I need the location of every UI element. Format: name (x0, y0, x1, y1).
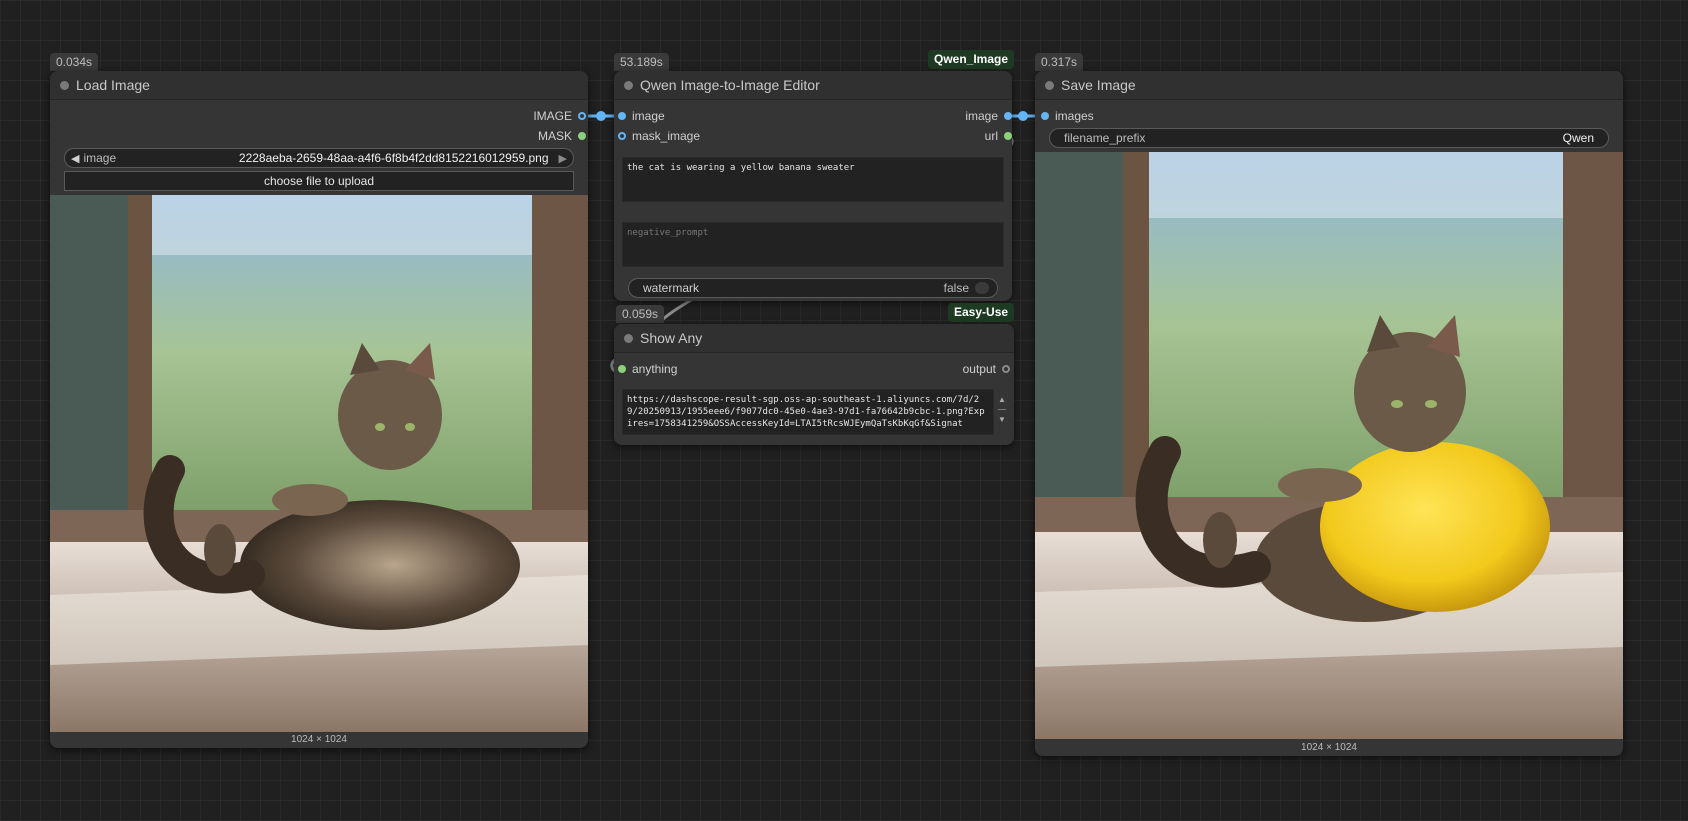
collapse-dot-icon[interactable] (624, 334, 633, 343)
output-pin-icon[interactable] (578, 132, 586, 140)
node-title-bar[interactable]: Save Image (1035, 71, 1623, 100)
input-anything[interactable]: anything (618, 361, 677, 377)
output-pin-icon[interactable] (578, 112, 586, 120)
load-image-node[interactable]: Load Image IMAGE MASK ◀ image 2228aeba-2… (50, 71, 588, 748)
image-combo-widget[interactable]: ◀ image 2228aeba-2659-48aa-a4f6-6f8b4f2d… (64, 148, 574, 168)
link-midpoint-1 (596, 111, 606, 121)
input-pin-icon[interactable] (618, 112, 626, 120)
show-any-text[interactable]: https://dashscope-result-sgp.oss-ap-sout… (622, 389, 994, 435)
output-pin-icon[interactable] (1002, 365, 1010, 373)
input-images[interactable]: images (1041, 108, 1094, 124)
output-output[interactable]: output (963, 361, 1010, 377)
node-title-bar[interactable]: Show Any (614, 324, 1014, 353)
input-pin-icon[interactable] (618, 132, 626, 140)
toggle-switch-icon[interactable] (975, 282, 989, 294)
input-pin-icon[interactable] (1041, 112, 1049, 120)
input-image-preview (50, 195, 588, 732)
node-title: Qwen Image-to-Image Editor (640, 77, 820, 93)
exec-time-badge: 53.189s (614, 53, 669, 71)
node-title: Save Image (1061, 77, 1136, 93)
collapse-dot-icon[interactable] (1045, 81, 1054, 90)
collapse-dot-icon[interactable] (60, 81, 69, 90)
widget-value: false (943, 281, 969, 295)
exec-time-badge: 0.034s (50, 53, 99, 71)
exec-time-badge: 0.059s (616, 305, 665, 323)
output-mask[interactable]: MASK (538, 128, 586, 144)
scrollbar[interactable]: ▲ ▼ (996, 394, 1008, 434)
input-image[interactable]: image (618, 108, 665, 124)
exec-time-badge: 0.317s (1035, 53, 1084, 71)
widget-label: filename_prefix (1064, 131, 1146, 145)
image-dimensions: 1024 × 1024 (1301, 742, 1357, 753)
output-pin-icon[interactable] (1004, 132, 1012, 140)
node-title: Load Image (76, 77, 150, 93)
node-title-bar[interactable]: Qwen Image-to-Image Editor (614, 71, 1012, 100)
show-any-node[interactable]: Show Any anything output https://dashsco… (614, 324, 1014, 445)
negative-prompt-textarea[interactable]: negative_prompt (622, 222, 1004, 267)
save-image-node[interactable]: Save Image images filename_prefix Qwen 1… (1035, 71, 1623, 756)
scroll-up-icon[interactable]: ▲ (996, 394, 1008, 406)
node-title-bar[interactable]: Load Image (50, 71, 588, 100)
output-image[interactable]: IMAGE (533, 108, 586, 124)
widget-label: watermark (643, 281, 700, 295)
collapse-dot-icon[interactable] (624, 81, 633, 90)
filename-prefix-widget[interactable]: filename_prefix Qwen (1049, 128, 1609, 148)
group-tag: Easy-Use (948, 303, 1015, 322)
output-image[interactable]: image (965, 108, 1012, 124)
link-midpoint-2 (1018, 111, 1028, 121)
output-image-preview (1035, 152, 1623, 739)
input-mask-image[interactable]: mask_image (618, 128, 700, 144)
widget-value: Qwen (1562, 131, 1594, 145)
scroll-track[interactable] (998, 409, 1006, 411)
arrow-right-icon[interactable]: ▶ (559, 152, 567, 165)
watermark-toggle[interactable]: watermark false (628, 278, 998, 298)
node-title: Show Any (640, 330, 703, 346)
group-tag: Qwen_Image (928, 50, 1015, 69)
upload-button[interactable]: choose file to upload (64, 171, 574, 191)
input-pin-icon[interactable] (618, 365, 626, 373)
prompt-textarea[interactable]: the cat is wearing a yellow banana sweat… (622, 157, 1004, 202)
arrow-left-icon[interactable]: ◀ (71, 152, 79, 165)
widget-value: 2228aeba-2659-48aa-a4f6-6f8b4f2dd8152216… (238, 151, 549, 165)
output-url[interactable]: url (985, 128, 1012, 144)
image-dimensions: 1024 × 1024 (291, 734, 347, 745)
output-pin-icon[interactable] (1004, 112, 1012, 120)
scroll-down-icon[interactable]: ▼ (996, 414, 1008, 426)
widget-label: image (83, 151, 117, 165)
qwen-editor-node[interactable]: Qwen Image-to-Image Editor image mask_im… (614, 71, 1012, 301)
